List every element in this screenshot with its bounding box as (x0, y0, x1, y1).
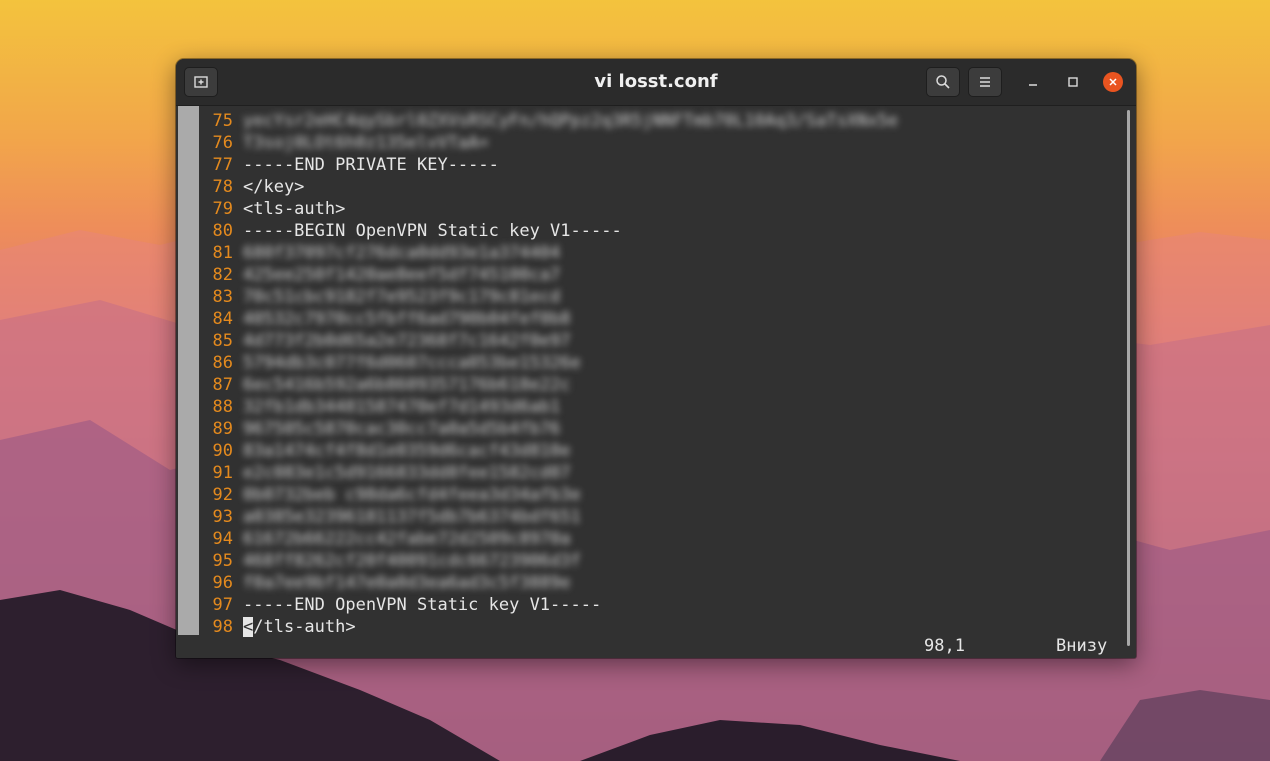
line-text-rest: /tls-auth> (253, 617, 356, 637)
redacted-line-text: 680f37097cf276dca0dd93e1a374404 (243, 243, 561, 263)
line-text: -----END PRIVATE KEY----- (243, 155, 499, 175)
line-number: 82 (212, 265, 233, 285)
code-line[interactable]: 95 468ff8262cf20f40091cdc66723906d3f (199, 550, 1119, 572)
line-number: 85 (212, 331, 233, 351)
line-number: 97 (212, 595, 233, 615)
code-line[interactable]: 87 6ec5416b592a6b8609357176b618e22c (199, 374, 1119, 396)
redacted-line-text: 425ee250f1420ae8eef5df745100ca7 (243, 265, 561, 285)
redacted-line-text: 32fb1db34481587470ef7d1493d6ab1 (243, 397, 561, 417)
search-button[interactable] (926, 67, 960, 97)
line-number: 87 (212, 375, 233, 395)
code-line[interactable]: 79 <tls-auth> (199, 198, 1119, 220)
code-line[interactable]: 92 0b0732beb c98da6cfd4feea3d34afb3e (199, 484, 1119, 506)
line-text: -----BEGIN OpenVPN Static key V1----- (243, 221, 622, 241)
maximize-icon (1068, 77, 1078, 87)
redacted-line-text: 967505c5870cac30cc7a0a5d5b4fb76 (243, 419, 561, 439)
line-number: 95 (212, 551, 233, 571)
line-number: 92 (212, 485, 233, 505)
code-line[interactable]: 84 40532c7970cc5fbff6ad790b04fef0b8 (199, 308, 1119, 330)
line-number: 75 (212, 111, 233, 131)
text-cursor: < (243, 617, 254, 637)
line-number: 86 (212, 353, 233, 373)
line-number: 93 (212, 507, 233, 527)
hamburger-menu-icon (980, 77, 990, 87)
close-icon (1109, 78, 1117, 86)
redacted-line-text: 468ff8262cf20f40091cdc66723906d3f (243, 551, 581, 571)
code-line[interactable]: 75 yecYsr2eHC4qySbrl0ZXVsRSCyFn/hQPpz2q3R… (199, 110, 1119, 132)
redacted-line-text: 4d773f2b0d65a2e72368f7c1642f0e97 (243, 331, 571, 351)
redacted-line-text: f0a7ee9bf147e0a0d3ea6ad3c5f3889e (243, 573, 571, 593)
code-line[interactable]: 76 T3soj0LOt6h0z135elvVTaA= (199, 132, 1119, 154)
code-line[interactable]: 97 -----END OpenVPN Static key V1----- (199, 594, 1119, 616)
line-number: 91 (212, 463, 233, 483)
redacted-line-text: 0b0732beb c98da6cfd4feea3d34afb3e (243, 485, 581, 505)
line-number: 81 (212, 243, 233, 263)
line-text: -----END OpenVPN Static key V1----- (243, 595, 602, 615)
line-number: 84 (212, 309, 233, 329)
menu-button[interactable] (968, 67, 1002, 97)
search-icon (936, 75, 950, 89)
line-number: 76 (212, 133, 233, 153)
sign-column (178, 106, 199, 635)
close-button[interactable] (1103, 72, 1123, 92)
code-line[interactable]: 85 4d773f2b0d65a2e72368f7c1642f0e97 (199, 330, 1119, 352)
code-line[interactable]: 88 32fb1db34481587470ef7d1493d6ab1 (199, 396, 1119, 418)
line-number: 98 (212, 617, 233, 637)
redacted-line-text: 61672b66222cc42fabe72d2509c8970a (243, 529, 571, 549)
line-number: 80 (212, 221, 233, 241)
redacted-line-text: e2c083e1c5d9166833dd8fee1582cd07 (243, 463, 571, 483)
line-number: 96 (212, 573, 233, 593)
code-line[interactable]: 96 f0a7ee9bf147e0a0d3ea6ad3c5f3889e (199, 572, 1119, 594)
title-bar[interactable]: vi losst.conf (176, 59, 1136, 106)
code-line[interactable]: 94 61672b66222cc42fabe72d2509c8970a (199, 528, 1119, 550)
line-number: 83 (212, 287, 233, 307)
code-line[interactable]: 91 e2c083e1c5d9166833dd8fee1582cd07 (199, 462, 1119, 484)
code-line[interactable]: 82 425ee250f1420ae8eef5df745100ca7 (199, 264, 1119, 286)
scrollbar-thumb[interactable] (1127, 110, 1130, 646)
line-text: </tls-auth> (243, 616, 356, 638)
code-line[interactable]: 90 83a1474cf4f8d1e0359d6cacf43d810e (199, 440, 1119, 462)
redacted-line-text: T3soj0LOt6h0z135elvVTaA= (243, 133, 489, 153)
redacted-line-text: 83a1474cf4f8d1e0359d6cacf43d810e (243, 441, 571, 461)
line-number: 77 (212, 155, 233, 175)
line-number: 94 (212, 529, 233, 549)
maximize-button[interactable] (1063, 72, 1083, 92)
code-line[interactable]: 86 5794db3c077f6d0607ccca053be15326e (199, 352, 1119, 374)
line-number: 90 (212, 441, 233, 461)
line-number: 79 (212, 199, 233, 219)
minimize-button[interactable] (1023, 72, 1043, 92)
redacted-line-text: 6ec5416b592a6b8609357176b618e22c (243, 375, 571, 395)
minimize-icon (1029, 84, 1037, 86)
line-text: <tls-auth> (243, 199, 346, 219)
code-line[interactable]: 98 </tls-auth> (199, 616, 1119, 638)
code-line[interactable]: 77 -----END PRIVATE KEY----- (199, 154, 1119, 176)
line-number: 88 (212, 397, 233, 417)
redacted-line-text: yecYsr2eHC4qySbrl0ZXVsRSCyFn/hQPpz2q3R5j… (243, 111, 899, 131)
redacted-line-text: a0385e32396181137f5db7b6374bdf651 (243, 507, 581, 527)
scroll-location: Внизу (1056, 636, 1108, 656)
text-buffer[interactable]: 75 yecYsr2eHC4qySbrl0ZXVsRSCyFn/hQPpz2q3R… (199, 110, 1119, 638)
line-text: </key> (243, 177, 305, 197)
terminal-window: vi losst.conf 75 yecYsr2eHC4qySbrl0ZXVsR… (176, 59, 1136, 658)
scrollbar[interactable] (1124, 110, 1132, 646)
line-number: 89 (212, 419, 233, 439)
redacted-line-text: 40532c7970cc5fbff6ad790b04fef0b8 (243, 309, 571, 329)
code-line[interactable]: 81 680f37097cf276dca0dd93e1a374404 (199, 242, 1119, 264)
redacted-line-text: 70c51cbc9182f7e9523f9c179c81ecd (243, 287, 561, 307)
code-line[interactable]: 93 a0385e32396181137f5db7b6374bdf651 (199, 506, 1119, 528)
code-line[interactable]: 80 -----BEGIN OpenVPN Static key V1----- (199, 220, 1119, 242)
code-line[interactable]: 83 70c51cbc9182f7e9523f9c179c81ecd (199, 286, 1119, 308)
code-line[interactable]: 89 967505c5870cac30cc7a0a5d5b4fb76 (199, 418, 1119, 440)
vi-editor[interactable]: 75 yecYsr2eHC4qySbrl0ZXVsRSCyFn/hQPpz2q3R… (176, 106, 1136, 658)
code-line[interactable]: 78 </key> (199, 176, 1119, 198)
cursor-position: 98,1 (924, 636, 965, 656)
redacted-line-text: 5794db3c077f6d0607ccca053be15326e (243, 353, 581, 373)
line-number: 78 (212, 177, 233, 197)
status-line: 98,1 Внизу (176, 636, 1116, 658)
